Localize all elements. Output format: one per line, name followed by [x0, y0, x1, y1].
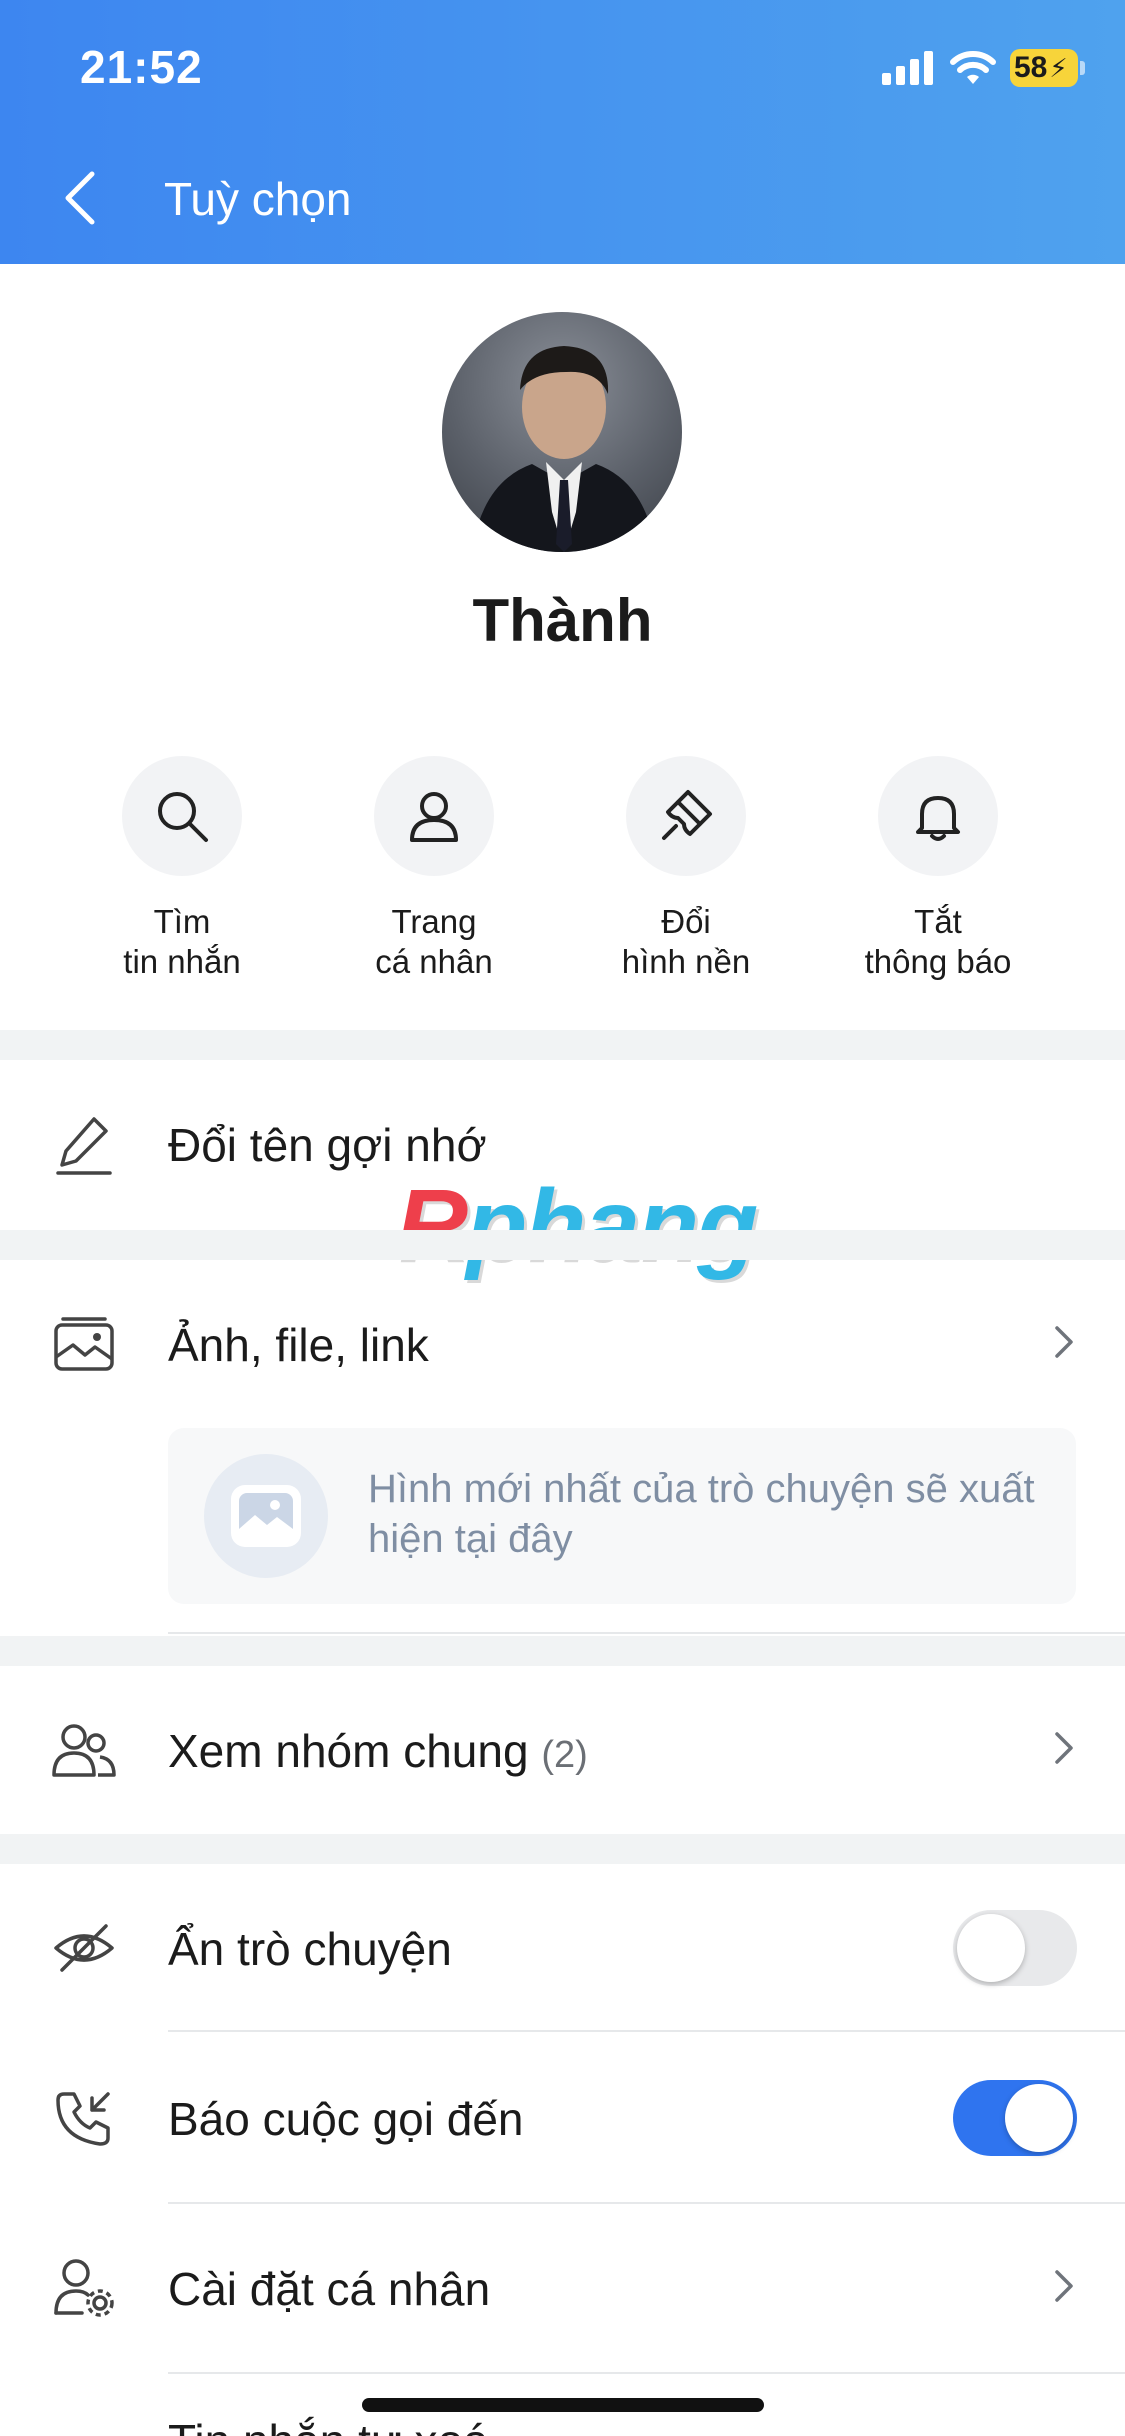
signal-icon [882, 51, 933, 85]
status-icons: 58 ⚡ [882, 44, 1085, 92]
chevron-right-icon [1055, 1326, 1073, 1358]
chevron-right-icon [1055, 2270, 1073, 2302]
hide-chat-label: Ẩn trò chuyện [168, 1923, 452, 1975]
battery-indicator: 58 ⚡ [1010, 49, 1085, 87]
page-title: Tuỳ chọn [164, 173, 352, 225]
personal-settings-row[interactable]: Cài đặt cá nhân [0, 2204, 1125, 2372]
chevron-left-icon [65, 171, 95, 225]
group-users-icon [52, 1724, 116, 1777]
bell-icon [916, 796, 960, 841]
section-divider [0, 1030, 1125, 1060]
action-label: Tắt thông báo [864, 903, 1012, 980]
user-icon [410, 792, 458, 842]
gallery-icon [54, 1317, 114, 1371]
media-preview-card[interactable]: Hình mới nhất của trò chuyện sẽ xuất hiệ… [168, 1428, 1076, 1604]
quick-actions: Tìm tin nhắn Trang cá nhân Đổi hình nền [0, 756, 1125, 986]
hide-chat-toggle[interactable] [953, 1910, 1077, 1986]
action-mute-notifications[interactable]: Tắt thông báo [818, 756, 1058, 982]
media-row[interactable]: Ảnh, file, link [0, 1260, 1125, 1428]
action-profile-page[interactable]: Trang cá nhân [314, 756, 554, 982]
media-placeholder-text: Hình mới nhất của trò chuyện sẽ xuất hiệ… [368, 1467, 1035, 1561]
section-divider [0, 1636, 1125, 1666]
charging-bolt-icon: ⚡ [1049, 52, 1068, 83]
media-placeholder-thumb [204, 1454, 328, 1578]
back-button[interactable] [62, 168, 110, 228]
common-groups-count: (2) [541, 1734, 588, 1776]
incoming-call-alert-row: Báo cuộc gọi đến [0, 2034, 1125, 2202]
common-groups-label: Xem nhóm chung (2) [168, 1725, 588, 1777]
user-settings-icon [54, 2259, 114, 2317]
home-indicator[interactable] [362, 2398, 764, 2412]
status-time: 21:52 [80, 41, 203, 93]
incoming-call-alert-label: Báo cuộc gọi đến [168, 2093, 524, 2145]
action-label: Trang cá nhân [375, 903, 493, 980]
battery-level: 58 [1014, 51, 1048, 84]
partial-row-label[interactable]: Tin nhắn tự xoá [168, 2414, 489, 2436]
row-separator [168, 2372, 1125, 2374]
section-divider [0, 1230, 1125, 1260]
pencil-icon [56, 1117, 112, 1175]
avatar[interactable] [442, 312, 682, 552]
incoming-call-alert-toggle[interactable] [953, 2080, 1077, 2156]
image-placeholder-icon [231, 1485, 301, 1547]
section-divider [0, 1834, 1125, 1864]
common-groups-row[interactable]: Xem nhóm chung (2) [0, 1666, 1125, 1834]
action-change-wallpaper[interactable]: Đổi hình nền [566, 756, 806, 982]
personal-settings-label: Cài đặt cá nhân [168, 2263, 491, 2315]
search-icon [158, 792, 208, 842]
app-header: 21:52 58 ⚡ Tuỳ chọn [0, 0, 1125, 264]
hide-chat-row: Ẩn trò chuyện [0, 1864, 1125, 2032]
wifi-icon [950, 51, 996, 84]
chevron-right-icon [1055, 1732, 1073, 1764]
action-label: Đổi hình nền [621, 903, 751, 980]
rename-label: Đổi tên gợi nhớ [168, 1119, 487, 1171]
paint-brush-icon [662, 790, 712, 840]
row-separator [168, 2030, 1125, 2032]
avatar-photo [472, 346, 656, 552]
media-label: Ảnh, file, link [168, 1319, 429, 1371]
incoming-call-icon [56, 2092, 110, 2146]
action-search-messages[interactable]: Tìm tin nhắn [62, 756, 302, 982]
action-label: Tìm tin nhắn [123, 903, 241, 980]
profile-name: Thành [472, 587, 653, 654]
row-separator [168, 1632, 1125, 1634]
eye-off-icon [54, 1924, 114, 1972]
